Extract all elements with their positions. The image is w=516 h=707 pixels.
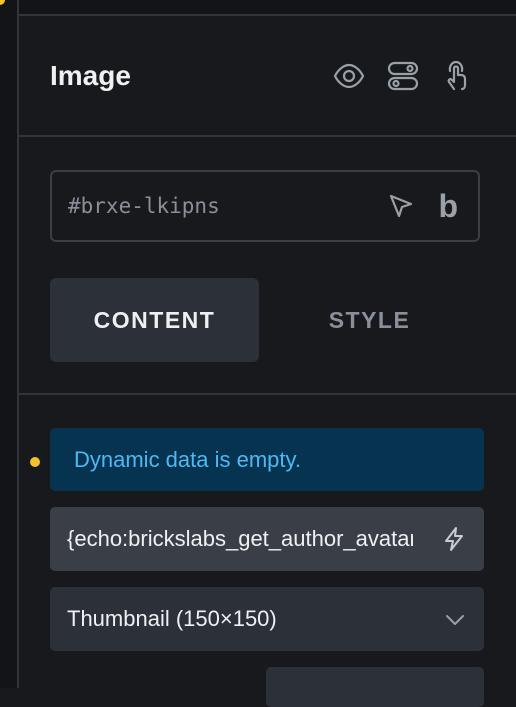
header-actions: [332, 59, 474, 93]
toggle-icon[interactable]: [386, 59, 420, 93]
page-title: Image: [50, 60, 131, 91]
partial-control[interactable]: [266, 667, 484, 707]
image-size-value: Thumbnail (150×150): [67, 606, 277, 631]
pointer-hand-icon[interactable]: [440, 59, 474, 93]
divider: [19, 393, 516, 395]
dynamic-data-notice: Dynamic data is empty.: [50, 428, 484, 491]
top-strip: [19, 0, 516, 16]
panel-tabs: CONTENT STYLE: [50, 278, 480, 362]
tab-content[interactable]: CONTENT: [50, 278, 259, 362]
eye-icon[interactable]: [332, 59, 366, 93]
warning-dot: [30, 457, 40, 467]
bricks-logo-icon[interactable]: b: [438, 190, 458, 222]
panel-header: Image: [19, 16, 516, 137]
dynamic-data-input[interactable]: {echo:brickslabs_get_author_avatar}: [50, 507, 484, 571]
cursor-arrow-icon[interactable]: [386, 191, 416, 221]
status-dot: [0, 0, 5, 5]
bolt-icon[interactable]: [440, 525, 468, 553]
dynamic-data-value: {echo:brickslabs_get_author_avatar}: [67, 526, 413, 551]
image-size-select[interactable]: Thumbnail (150×150): [50, 587, 484, 651]
element-id-field[interactable]: #brxe-lkipns b: [50, 170, 480, 242]
tab-style[interactable]: STYLE: [259, 278, 480, 362]
chevron-down-icon: [442, 606, 468, 632]
element-id-value: #brxe-lkipns: [68, 194, 220, 218]
left-panel-strip: [0, 0, 19, 688]
